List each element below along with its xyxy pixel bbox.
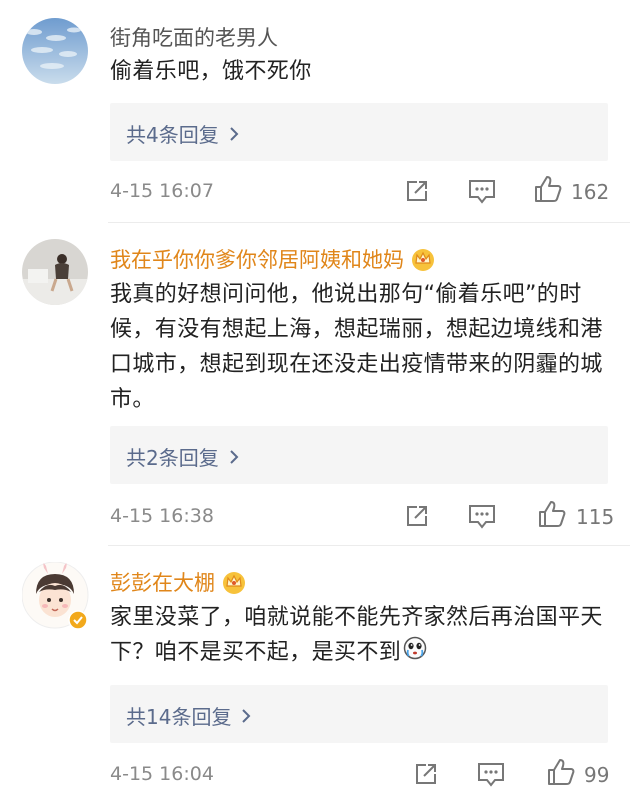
replies-label: 共2条回复	[126, 446, 219, 470]
chevron-right-icon	[229, 446, 239, 470]
crown-badge-icon	[410, 247, 436, 276]
comment-text: 家里没菜了，咱就说能不能先齐家然后再治国平天下？咱不是买不起，是买不到	[110, 600, 610, 671]
chevron-right-icon	[229, 123, 239, 147]
thumbs-up-icon[interactable]	[533, 174, 563, 208]
comment-icon[interactable]	[467, 502, 497, 534]
comment-icon[interactable]	[476, 760, 506, 792]
crown-badge-icon	[221, 570, 247, 599]
timestamp: 4-15 16:38	[110, 505, 214, 527]
comment-text-content: 家里没菜了，咱就说能不能先齐家然后再治国平天下？咱不是买不起，是买不到	[110, 605, 603, 665]
comment-text: 我真的好想问问他，他说出那句“偷着乐吧”的时候，有没有想起上海，想起瑞丽，想起边…	[110, 282, 603, 412]
like-count: 162	[571, 180, 610, 204]
divider	[108, 545, 630, 546]
avatar[interactable]	[21, 561, 89, 630]
timestamp: 4-15 16:07	[110, 180, 214, 202]
timestamp: 4-15 16:04	[110, 763, 214, 785]
replies-label: 共4条回复	[126, 123, 219, 147]
verified-badge-icon	[68, 610, 88, 634]
username[interactable]: 我在乎你你爹你邻居阿姨和她妈	[110, 244, 436, 276]
username-label: 我在乎你你爹你邻居阿姨和她妈	[110, 248, 404, 272]
share-icon[interactable]	[412, 760, 440, 792]
avatar[interactable]	[22, 18, 88, 84]
view-replies-button[interactable]: 共2条回复	[110, 426, 608, 484]
username[interactable]: 彭彭在大棚	[110, 567, 247, 599]
view-replies-button[interactable]: 共4条回复	[110, 103, 608, 161]
thumbs-up-icon[interactable]	[546, 757, 576, 791]
share-icon[interactable]	[403, 502, 431, 534]
replies-label: 共14条回复	[126, 705, 232, 729]
view-replies-button[interactable]: 共14条回复	[110, 685, 608, 743]
share-icon[interactable]	[403, 177, 431, 209]
username[interactable]: 街角吃面的老男人	[110, 22, 278, 52]
crying-face-emoji-icon	[403, 636, 427, 671]
thumbs-up-icon[interactable]	[537, 499, 567, 533]
like-count: 99	[584, 763, 610, 787]
avatar[interactable]	[22, 239, 88, 305]
comment-text: 偷着乐吧，饿不死你	[110, 59, 312, 84]
divider	[108, 222, 630, 223]
username-label: 彭彭在大棚	[110, 571, 215, 595]
comment-icon[interactable]	[467, 177, 497, 209]
chevron-right-icon	[241, 705, 251, 729]
like-count: 115	[576, 505, 615, 529]
